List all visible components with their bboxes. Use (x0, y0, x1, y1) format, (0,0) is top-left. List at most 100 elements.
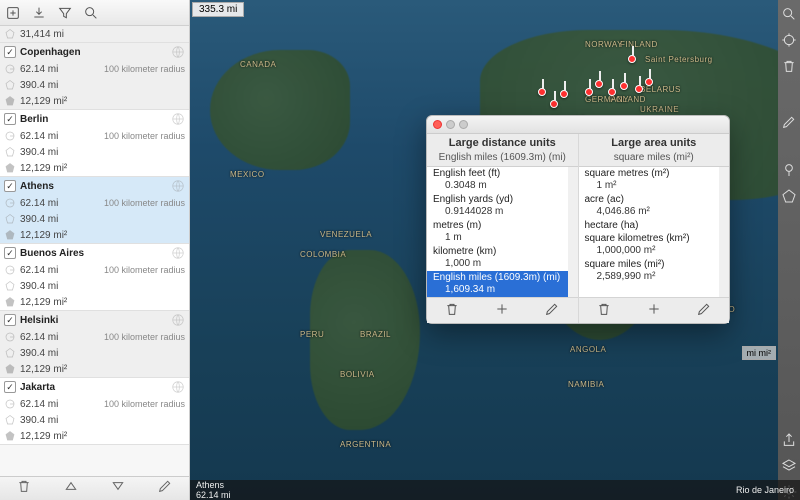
perimeter-value: 390.4 mi (20, 147, 58, 158)
map-pin[interactable] (620, 82, 628, 90)
map-label: FINLAND (620, 40, 658, 49)
list-item[interactable]: ✓Buenos Aires62.14 mi100 kilometer radiu… (0, 244, 189, 311)
map-label: COLOMBIA (300, 250, 346, 259)
minimize-icon[interactable] (446, 120, 455, 129)
unit-item[interactable]: square kilometres (km²)1,000,000 m² (579, 232, 720, 258)
perimeter-icon (4, 213, 16, 225)
perimeter-icon (4, 347, 16, 359)
radius-note: 100 kilometer radius (104, 265, 185, 275)
list-item[interactable]: ✓Jakarta62.14 mi100 kilometer radius390.… (0, 378, 189, 445)
unit-item[interactable]: English feet (ft)0.3048 m (427, 167, 568, 193)
delete-unit-button[interactable] (596, 301, 612, 320)
map-pin[interactable] (595, 80, 603, 88)
move-up-button[interactable] (63, 478, 79, 499)
unit-item[interactable]: acre (ac)4,046.86 m² (579, 193, 720, 219)
area-unit-list[interactable]: square metres (m²)1 m²acre (ac)4,046.86 … (579, 167, 730, 297)
checkbox[interactable]: ✓ (4, 247, 16, 259)
checkbox[interactable]: ✓ (4, 180, 16, 192)
perimeter-icon (4, 146, 16, 158)
radius-value: 62.14 mi (20, 198, 58, 209)
area-value: 12,129 mi² (20, 230, 67, 241)
perimeter-icon (4, 414, 16, 426)
checkbox[interactable]: ✓ (4, 46, 16, 58)
location-list[interactable]: 31,414 mi ✓Copenhagen62.14 mi100 kilomet… (0, 26, 189, 476)
add-unit-button[interactable] (646, 301, 662, 320)
unit-item[interactable]: square miles (mi²)2,589,990 m² (579, 258, 720, 284)
location-name: Buenos Aires (20, 248, 84, 259)
column-subtitle: English miles (1609.3m) (mi) (427, 152, 578, 167)
map-pin[interactable] (585, 88, 593, 96)
delete-unit-button[interactable] (444, 301, 460, 320)
edit-unit-button[interactable] (696, 301, 712, 320)
delete-button[interactable] (16, 478, 32, 499)
list-item[interactable]: ✓Berlin62.14 mi100 kilometer radius390.4… (0, 110, 189, 177)
globe-icon[interactable] (171, 179, 185, 193)
checkbox[interactable]: ✓ (4, 113, 16, 125)
share-button[interactable] (781, 432, 797, 448)
landmass (310, 250, 420, 430)
map-pin[interactable] (550, 100, 558, 108)
unit-item[interactable]: hectare (ha) (579, 219, 720, 232)
map-view[interactable]: CANADAMEXICOVENEZUELACOLOMBIABRAZILBOLIV… (190, 0, 800, 500)
globe-icon[interactable] (171, 45, 185, 59)
add-location-button[interactable] (4, 4, 22, 22)
list-item[interactable]: ✓Athens62.14 mi100 kilometer radius390.4… (0, 177, 189, 244)
area-value: 12,129 mi² (20, 364, 67, 375)
unit-item[interactable]: English miles (1609.3m) (mi)1,609.34 m (427, 271, 568, 297)
polygon-tool-button[interactable] (781, 188, 797, 204)
draw-edit-button[interactable] (781, 114, 797, 130)
globe-icon[interactable] (171, 380, 185, 394)
unit-item[interactable]: English yards (yd)0.9144028 m (427, 193, 568, 219)
unit-item[interactable]: kilometre (km)1,000 m (427, 245, 568, 271)
search-button[interactable] (82, 4, 100, 22)
add-unit-button[interactable] (494, 301, 510, 320)
checkbox[interactable]: ✓ (4, 381, 16, 393)
map-label: MEXICO (230, 170, 265, 179)
distance-units-column: Large distance units English miles (1609… (427, 134, 579, 323)
zoom-fit-button[interactable] (781, 6, 797, 22)
globe-icon[interactable] (171, 313, 185, 327)
target-button[interactable] (781, 32, 797, 48)
unit-item[interactable]: square metres (m²)1 m² (579, 167, 720, 193)
map-pin[interactable] (560, 90, 568, 98)
move-down-button[interactable] (110, 478, 126, 499)
area-icon (4, 430, 16, 442)
map-pin[interactable] (608, 88, 616, 96)
radius-icon (4, 264, 16, 276)
map-pin[interactable] (538, 88, 546, 96)
filter-button[interactable] (56, 4, 74, 22)
map-pin[interactable] (628, 55, 636, 63)
map-toolbar (778, 0, 800, 500)
map-label: GERMANY (585, 95, 629, 104)
zoom-icon[interactable] (459, 120, 468, 129)
status-location: Athens 62.14 mi (196, 480, 231, 500)
radius-note: 100 kilometer radius (104, 64, 185, 74)
import-down-button[interactable] (30, 4, 48, 22)
pin-tool-button[interactable] (781, 162, 797, 178)
area-icon (4, 229, 16, 241)
radius-icon (4, 398, 16, 410)
distance-unit-list[interactable]: English feet (ft)0.3048 mEnglish yards (… (427, 167, 578, 297)
area-icon (4, 363, 16, 375)
map-pin[interactable] (645, 78, 653, 86)
checkbox[interactable]: ✓ (4, 314, 16, 326)
unit-indicator[interactable]: mi mi² (742, 346, 777, 360)
scale-indicator: 335.3 mi (192, 2, 244, 17)
layers-button[interactable] (781, 458, 797, 474)
list-item[interactable]: ✓Helsinki62.14 mi100 kilometer radius390… (0, 311, 189, 378)
list-item[interactable]: 31,414 mi (0, 26, 189, 43)
map-label: Saint Petersburg (645, 55, 713, 64)
globe-icon[interactable] (171, 246, 185, 260)
edit-unit-button[interactable] (544, 301, 560, 320)
globe-icon[interactable] (171, 112, 185, 126)
list-item[interactable]: ✓Copenhagen62.14 mi100 kilometer radius3… (0, 43, 189, 110)
column-title: Large distance units (427, 134, 578, 152)
dialog-titlebar[interactable] (427, 116, 729, 134)
close-icon[interactable] (433, 120, 442, 129)
map-pin[interactable] (635, 85, 643, 93)
units-dialog: Large distance units English miles (1609… (426, 115, 730, 324)
unit-item[interactable]: metres (m)1 m (427, 219, 568, 245)
trash-button[interactable] (781, 58, 797, 74)
map-label: BRAZIL (360, 330, 391, 339)
edit-button[interactable] (157, 478, 173, 499)
